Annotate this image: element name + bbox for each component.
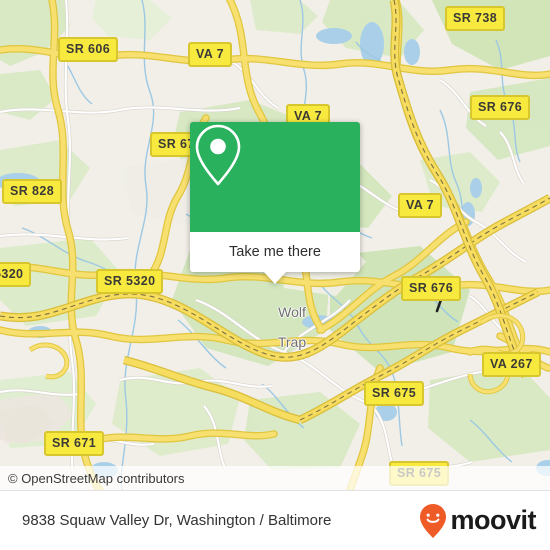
map-screenshot: Wolf Trap SR 738 SR 606 VA 7 SR 676 VA 7…: [0, 0, 550, 550]
map-pin-icon: [195, 124, 241, 186]
road-shield-sr-738[interactable]: SR 738: [445, 6, 506, 31]
road-shield-va-7-a[interactable]: VA 7: [188, 42, 232, 67]
place-label-line1: Wolf: [278, 304, 306, 320]
footer-bar: 9838 Squaw Valley Dr, Washington / Balti…: [0, 490, 550, 550]
take-me-there-button[interactable]: Take me there: [190, 232, 360, 272]
map-canvas[interactable]: Wolf Trap SR 738 SR 606 VA 7 SR 676 VA 7…: [0, 0, 550, 490]
moovit-wordmark: moovit: [450, 505, 536, 535]
road-shield-sr-676-a[interactable]: SR 676: [470, 95, 531, 120]
take-me-there-label: Take me there: [229, 244, 321, 260]
popup-pointer-tail: [264, 272, 286, 284]
moovit-pin-icon: [420, 503, 447, 538]
road-shield-sr-606[interactable]: SR 606: [58, 37, 119, 62]
popup-header: [190, 122, 360, 232]
map-attribution: © OpenStreetMap contributors: [0, 466, 550, 490]
road-shield-sr-675-a[interactable]: SR 675: [364, 381, 425, 406]
address-label: 9838 Squaw Valley Dr, Washington / Balti…: [22, 512, 332, 529]
place-label-wolf-trap: Wolf Trap: [262, 290, 322, 365]
road-shield-sr-5320[interactable]: SR 5320: [96, 269, 164, 294]
attribution-text: © OpenStreetMap contributors: [8, 470, 185, 486]
road-shield-sr-671[interactable]: SR 671: [44, 431, 105, 456]
moovit-logo[interactable]: moovit: [418, 503, 550, 539]
road-shield-5320-clipped[interactable]: 5320: [0, 262, 32, 287]
road-shield-sr-676-b[interactable]: SR 676: [401, 276, 462, 301]
place-label-line2: Trap: [277, 334, 307, 350]
road-shield-sr-828[interactable]: SR 828: [2, 179, 63, 204]
destination-popup-card[interactable]: Take me there: [190, 122, 360, 284]
road-shield-va-7-c[interactable]: VA 7: [398, 193, 442, 218]
road-shield-va-267[interactable]: VA 267: [482, 352, 541, 377]
